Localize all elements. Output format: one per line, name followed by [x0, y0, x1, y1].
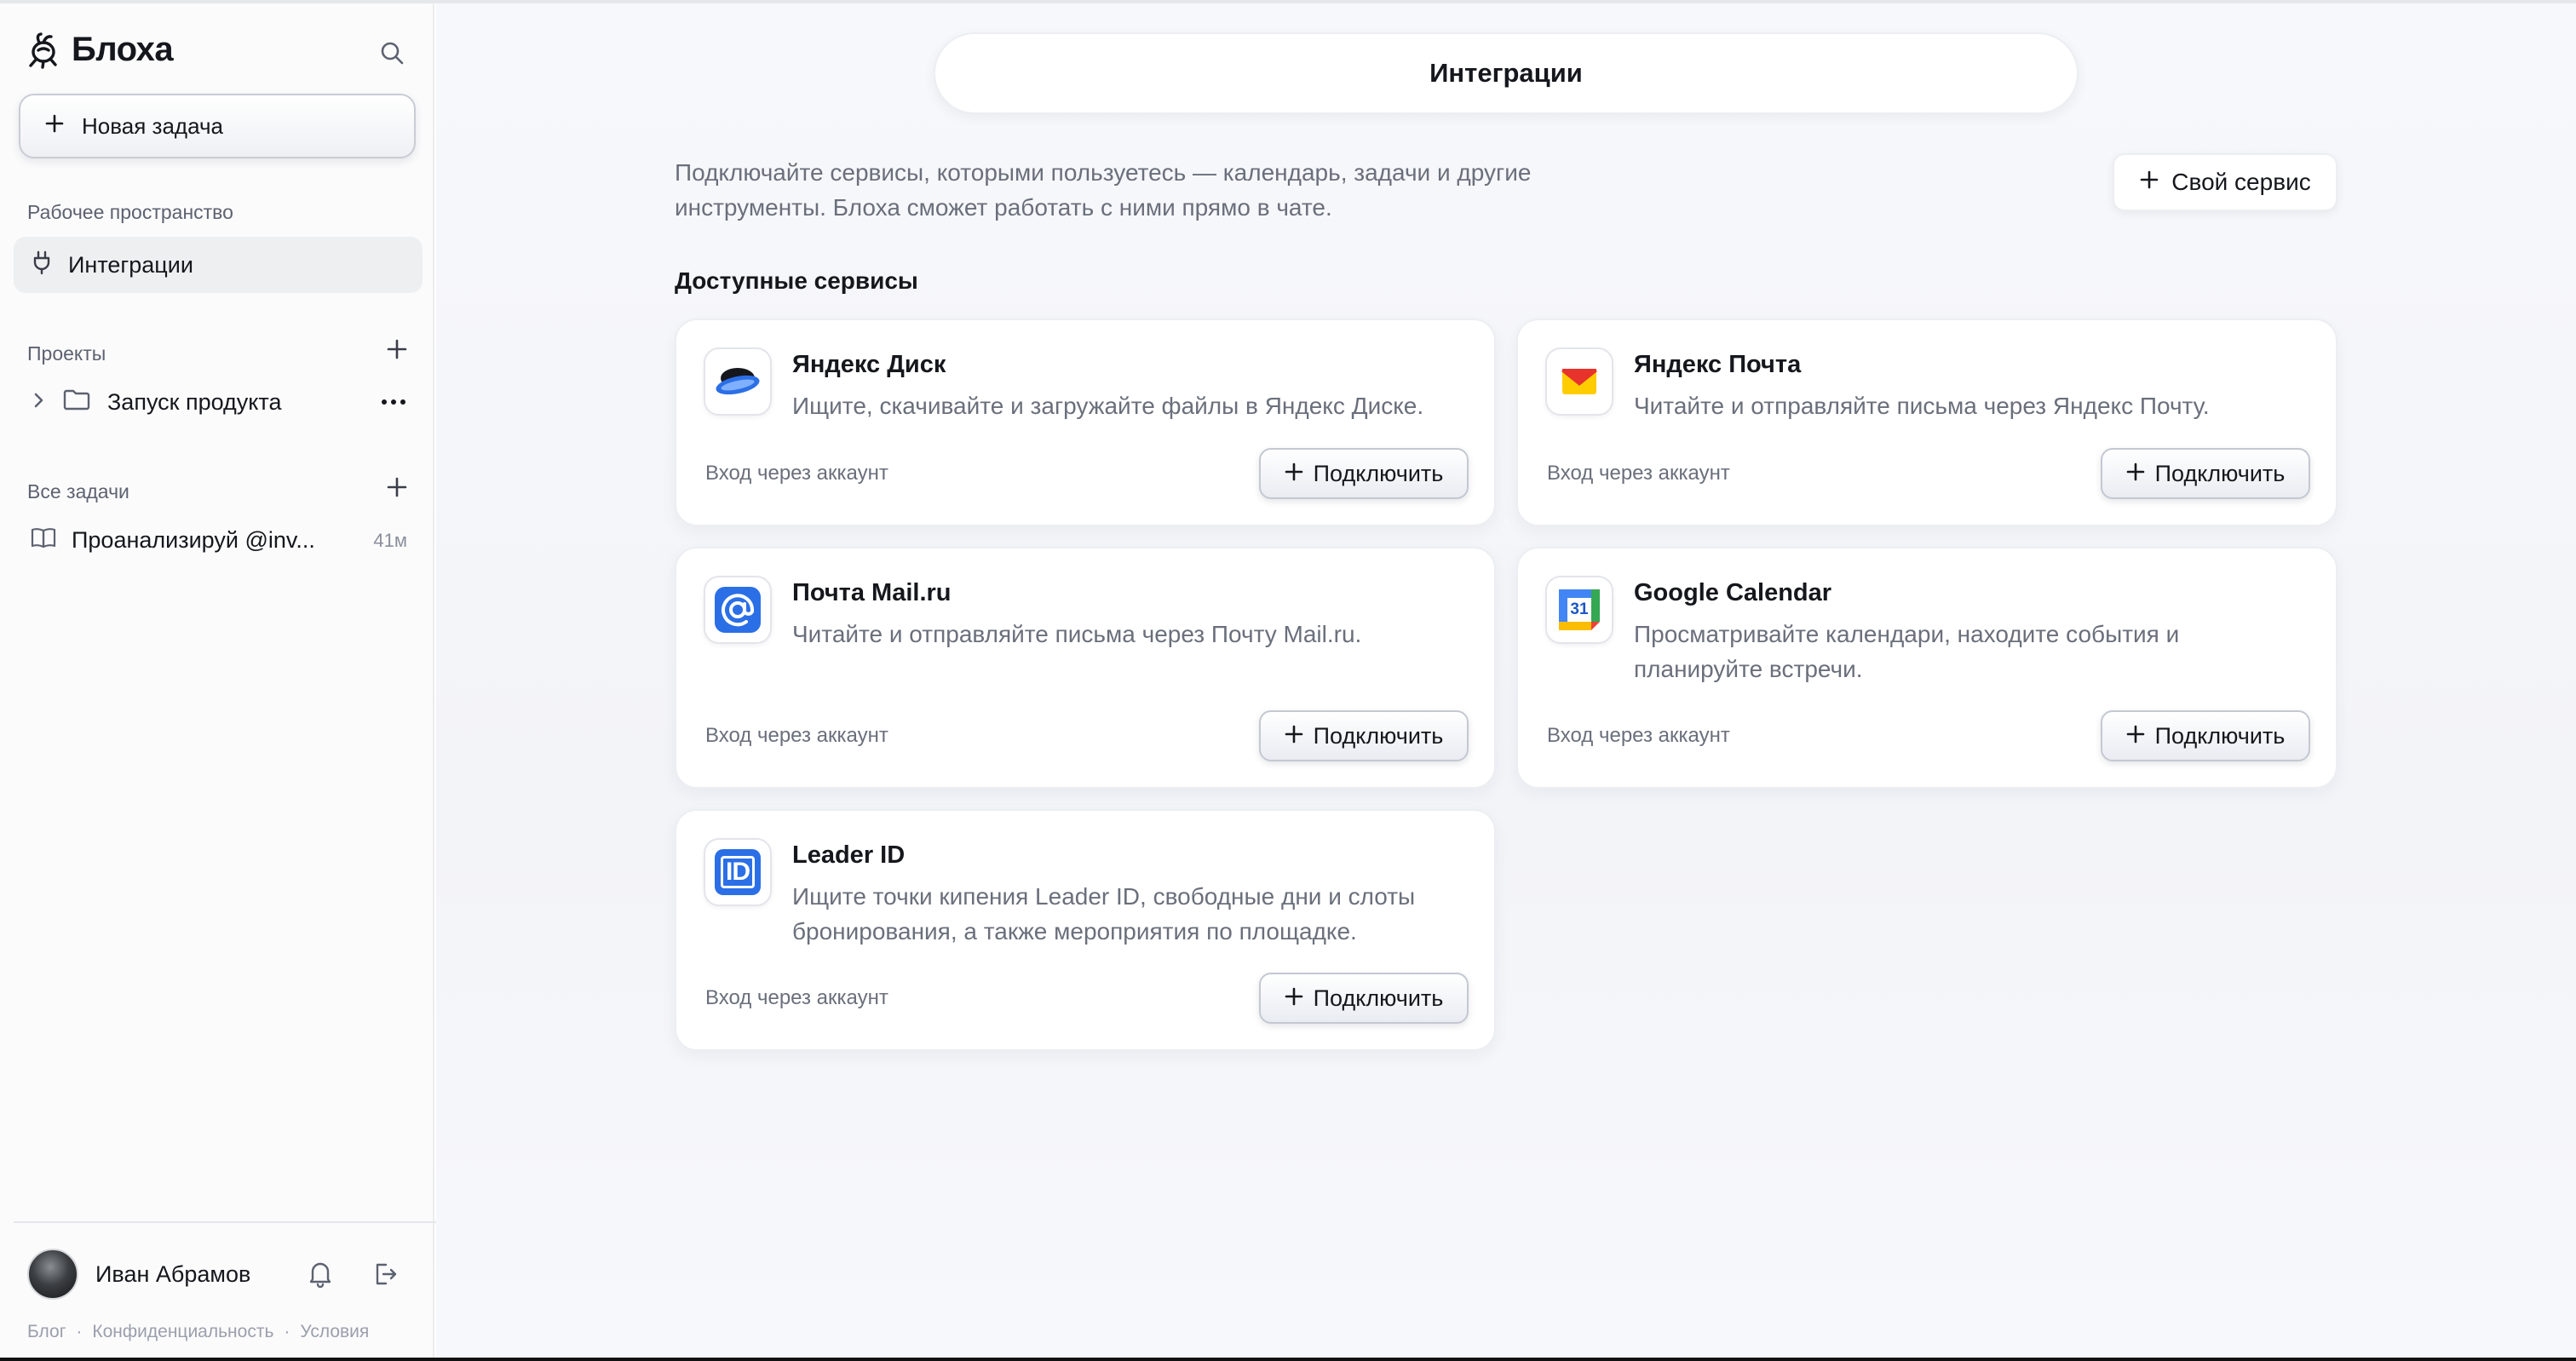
all-tasks-section-label: Все задачи — [27, 480, 129, 502]
card-auth-label: Вход через аккаунт — [705, 724, 888, 747]
sidebar-item-integrations[interactable]: Интеграции — [14, 237, 423, 293]
yandex-mail-icon — [1545, 347, 1613, 416]
sidebar-divider — [14, 1221, 448, 1223]
user-name: Иван Абрамов — [95, 1261, 251, 1287]
user-profile[interactable]: Иван Абрамов — [27, 1249, 250, 1300]
workspace-section-label: Рабочее пространство — [27, 201, 233, 223]
add-own-service-button[interactable]: Свой сервис — [2113, 153, 2337, 211]
plus-icon — [2126, 461, 2145, 487]
card-description: Ищите, скачивайте и загружайте файлы в Я… — [792, 393, 1424, 419]
connect-button[interactable]: Подключить — [2101, 448, 2310, 499]
footer-separator: · — [76, 1322, 83, 1341]
logout-icon[interactable] — [368, 1257, 402, 1291]
card-title: Почта Mail.ru — [792, 579, 952, 606]
connect-label: Подключить — [2154, 722, 2286, 749]
card-title: Яндекс Диск — [792, 351, 946, 378]
connect-button[interactable]: Подключить — [1259, 448, 1469, 499]
project-name: Запуск продукта — [107, 388, 282, 415]
plug-icon — [31, 250, 53, 281]
leader-id-mark: ID — [721, 856, 755, 888]
card-description: Читайте и отправляйте письма через Яндек… — [1634, 393, 2210, 419]
card-auth-label: Вход через аккаунт — [1547, 462, 1730, 485]
book-icon — [31, 526, 56, 554]
connect-button[interactable]: Подключить — [1259, 710, 1469, 761]
connect-label: Подключить — [1313, 722, 1444, 749]
search-icon[interactable] — [373, 34, 411, 72]
bell-icon[interactable] — [303, 1257, 337, 1291]
section-title: Доступные сервисы — [675, 267, 918, 294]
footer-links: Блог · Конфиденциальность · Условия — [27, 1322, 369, 1342]
intro-line: Подключайте сервисы, которыми пользуетес… — [675, 159, 1532, 186]
projects-section-label: Проекты — [27, 342, 106, 365]
service-card-yandex-mail: Яндекс Почта Читайте и отправляйте письм… — [1516, 319, 2337, 526]
new-task-label: Новая задача — [82, 112, 223, 139]
plus-icon — [44, 113, 65, 140]
card-description: Просматривайте календари, находите событ… — [1634, 621, 2180, 682]
connect-button[interactable]: Подключить — [2101, 710, 2310, 761]
add-project-icon[interactable] — [382, 334, 412, 365]
chevron-right-icon[interactable] — [31, 389, 46, 416]
card-title: Яндекс Почта — [1634, 351, 1802, 378]
footer-separator: · — [284, 1322, 290, 1341]
card-title: Google Calendar — [1634, 579, 1832, 606]
sidebar-project-item[interactable]: Запуск продукта — [14, 375, 423, 429]
own-service-label: Свой сервис — [2171, 169, 2311, 195]
service-card-google-calendar: 31 Google Calendar Просматривайте календ… — [1516, 547, 2337, 789]
sidebar-item-label: Интеграции — [68, 251, 193, 278]
service-card-yandex-disk: Яндекс Диск Ищите, скачивайте и загружай… — [675, 319, 1496, 526]
task-title: Проанализируй @inv... — [72, 526, 315, 553]
footer-link-terms[interactable]: Условия — [300, 1322, 369, 1342]
flea-logo-icon — [26, 32, 60, 69]
card-title: Leader ID — [792, 841, 906, 869]
window-bottom-border — [0, 1358, 2576, 1361]
brand[interactable]: Блоха — [26, 31, 174, 69]
sidebar: Блоха Новая задача Рабочее пространство … — [0, 3, 448, 1358]
mailru-icon — [704, 576, 772, 644]
card-auth-label: Вход через аккаунт — [705, 462, 888, 485]
folder-icon — [63, 388, 90, 416]
card-description: Читайте и отправляйте письма через Почту… — [792, 621, 1362, 647]
connect-button[interactable]: Подключить — [1259, 973, 1469, 1024]
google-calendar-icon: 31 — [1545, 576, 1613, 644]
card-description: Ищите точки кипения Leader ID, свободные… — [792, 883, 1416, 945]
card-auth-label: Вход через аккаунт — [705, 986, 888, 1009]
footer-link-privacy[interactable]: Конфиденциальность — [92, 1322, 273, 1342]
plus-icon — [1285, 723, 1303, 749]
intro-line: инструменты. Блоха сможет работать с ним… — [675, 194, 1332, 221]
plus-icon — [2126, 723, 2145, 749]
brand-name: Блоха — [72, 31, 174, 68]
service-card-leader-id: ID Leader ID Ищите точки кипения Leader … — [675, 809, 1496, 1051]
task-list-item[interactable]: Проанализируй @inv... 41м — [14, 513, 423, 567]
service-card-mailru: Почта Mail.ru Читайте и отправляйте пись… — [675, 547, 1496, 789]
connect-label: Подключить — [1313, 460, 1444, 486]
plus-icon — [1285, 985, 1303, 1012]
new-task-button[interactable]: Новая задача — [19, 94, 416, 158]
connect-label: Подключить — [2154, 460, 2286, 486]
yandex-disk-icon — [704, 347, 772, 416]
avatar[interactable] — [27, 1249, 78, 1300]
plus-icon — [2139, 169, 2159, 196]
connect-label: Подключить — [1313, 985, 1444, 1011]
footer-link-blog[interactable]: Блог — [27, 1322, 66, 1342]
card-auth-label: Вход через аккаунт — [1547, 724, 1730, 747]
add-task-icon[interactable] — [382, 472, 412, 502]
leader-id-icon: ID — [704, 838, 772, 906]
page-title: Интеграции — [934, 32, 2079, 114]
more-options-icon[interactable] — [378, 387, 409, 417]
task-timestamp: 41м — [373, 530, 407, 551]
plus-icon — [1285, 461, 1303, 487]
calendar-day-number: 31 — [1570, 600, 1589, 618]
intro-text: Подключайте сервисы, которыми пользуетес… — [675, 155, 1646, 225]
